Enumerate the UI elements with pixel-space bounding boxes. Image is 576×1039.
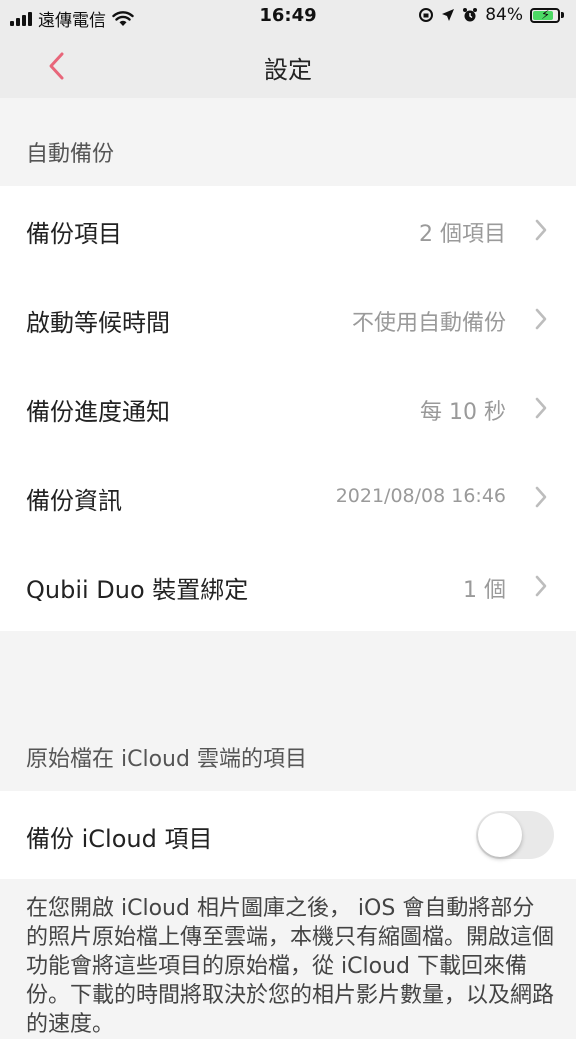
nav-bar: 設定 <box>0 34 576 98</box>
row-device-binding[interactable]: Qubii Duo 裝置綁定 1 個 <box>0 542 576 631</box>
rotation-lock-icon <box>419 8 434 22</box>
row-startup-wait[interactable]: 啟動等候時間 不使用自動備份 <box>0 275 576 364</box>
row-backup-info[interactable]: 備份資訊 2021/08/08 16:46 <box>0 453 576 542</box>
row-label: Qubii Duo 裝置綁定 <box>26 576 249 604</box>
icloud-backup-toggle[interactable] <box>476 811 554 859</box>
icloud-description: 在您開啟 iCloud 相片圖庫之後， iOS 會自動將部分的照片原始檔上傳至雲… <box>26 896 555 1037</box>
toggle-knob <box>478 813 522 857</box>
page-title: 設定 <box>264 56 312 84</box>
row-backup-icloud: 備份 iCloud 項目 <box>0 791 576 879</box>
auto-backup-group: 備份項目 2 個項目 啟動等候時間 不使用自動備份 備份進度通知 每 10 秒 … <box>0 186 576 631</box>
section-header-icloud: 原始檔在 iCloud 雲端的項目 <box>26 747 307 772</box>
status-right: 84% ⚡ <box>418 5 564 25</box>
row-value: 1 個 <box>463 578 506 603</box>
row-value: 不使用自動備份 <box>351 311 506 336</box>
chevron-right-icon <box>535 219 547 241</box>
battery-icon: ⚡ <box>530 7 564 23</box>
row-value: 2 個項目 <box>419 222 506 247</box>
location-icon <box>442 9 455 21</box>
chevron-right-icon <box>535 397 547 419</box>
charging-bolt-icon: ⚡ <box>541 7 551 23</box>
chevron-right-icon <box>535 575 547 597</box>
battery-percent: 84% <box>485 5 523 25</box>
row-progress-notification[interactable]: 備份進度通知 每 10 秒 <box>0 364 576 453</box>
alarm-icon <box>463 8 478 22</box>
row-label: 備份進度通知 <box>26 398 170 426</box>
icloud-group: 備份 iCloud 項目 <box>0 791 576 879</box>
row-value: 2021/08/08 16:46 <box>335 485 506 507</box>
chevron-right-icon <box>535 308 547 330</box>
row-label: 備份項目 <box>26 220 122 248</box>
row-label: 啟動等候時間 <box>26 309 170 337</box>
row-backup-items[interactable]: 備份項目 2 個項目 <box>0 186 576 275</box>
toggle-label: 備份 iCloud 項目 <box>26 825 213 853</box>
status-bar: 遠傳電信 16:49 84% ⚡ <box>0 0 576 34</box>
row-value: 每 10 秒 <box>420 400 506 425</box>
chevron-right-icon <box>535 486 547 508</box>
section-header-auto-backup: 自動備份 <box>26 142 115 167</box>
row-label: 備份資訊 <box>26 487 122 515</box>
